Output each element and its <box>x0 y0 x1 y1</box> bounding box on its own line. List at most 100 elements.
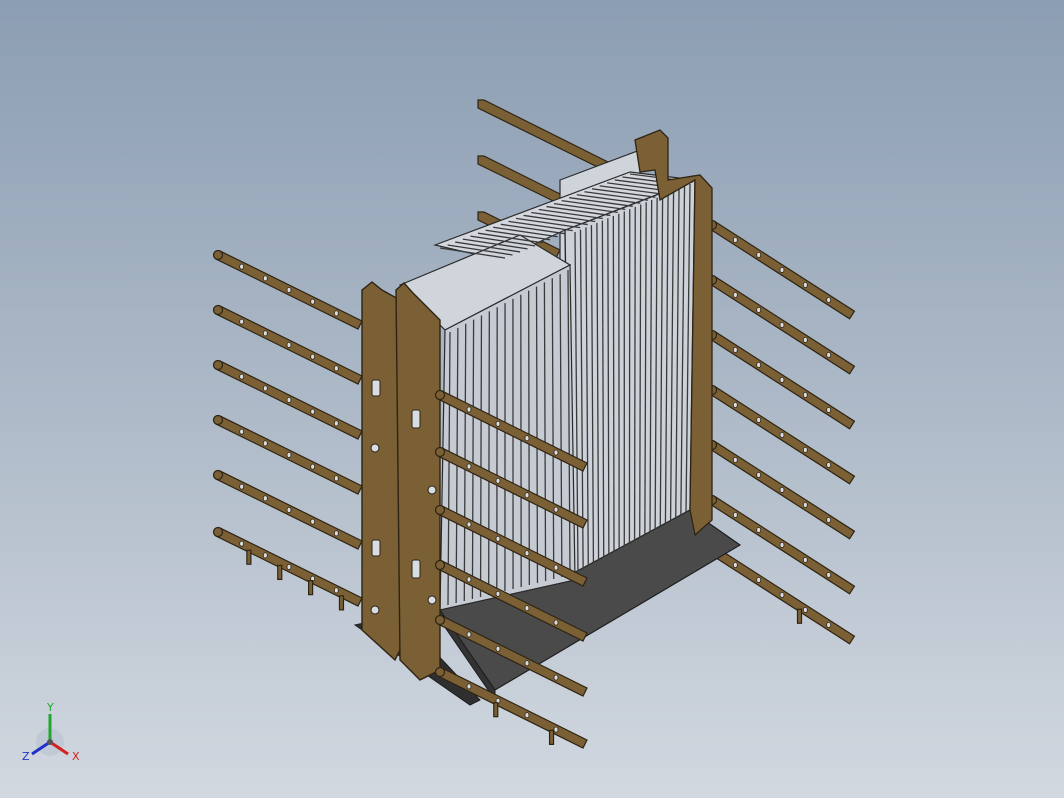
arm-hole <box>286 286 292 293</box>
arm-hole <box>826 517 832 524</box>
triad-origin <box>47 739 53 745</box>
arm-hole <box>495 590 501 597</box>
grille-bar <box>488 311 490 596</box>
arm-peg <box>796 608 803 624</box>
arm-hole <box>239 428 245 435</box>
arm-hole <box>732 401 738 408</box>
arm-hole <box>732 562 738 569</box>
grille-bar <box>612 215 615 553</box>
arm-hole <box>310 298 316 305</box>
arm-hole <box>524 660 530 667</box>
arm-hole <box>756 361 762 368</box>
arm-hole <box>524 605 530 612</box>
arm-end <box>434 446 446 458</box>
arm-end <box>212 469 224 481</box>
arm-hole <box>239 263 245 270</box>
rack-model[interactable] <box>0 0 1064 798</box>
arm-hole <box>286 341 292 348</box>
arm-peg <box>493 702 499 718</box>
arm-hole <box>756 471 762 478</box>
arm-hole <box>333 310 339 317</box>
arm-hole <box>466 463 472 470</box>
arm-hole <box>333 530 339 537</box>
arm-peg <box>277 564 283 581</box>
arm-end <box>434 389 446 401</box>
arm-hole <box>286 396 292 403</box>
arm-hole <box>826 296 832 303</box>
arm-hole <box>756 416 762 423</box>
arm-peg <box>548 729 555 745</box>
arm-end <box>212 359 224 371</box>
hole <box>427 485 437 495</box>
grille-bar <box>633 206 636 541</box>
arm-hole <box>553 449 559 456</box>
arm-hole <box>495 420 501 427</box>
arm-hole <box>466 521 472 528</box>
orientation-triad[interactable]: Y Z X <box>18 700 90 772</box>
left-arms <box>212 249 363 611</box>
arm-end <box>212 249 224 261</box>
slot <box>371 379 381 397</box>
x-axis-label: X <box>72 750 80 763</box>
arm-hole <box>756 527 762 534</box>
arm <box>706 544 856 645</box>
arm <box>706 329 856 430</box>
arm-end <box>434 614 446 626</box>
arm-hole <box>732 236 738 243</box>
arm-peg <box>246 549 252 565</box>
arm-hole <box>802 446 808 453</box>
arm-hole <box>802 391 808 398</box>
slot <box>371 539 381 557</box>
arm-hole <box>310 408 316 415</box>
left-uprights <box>361 281 441 681</box>
arm-peg <box>308 580 314 596</box>
arm <box>706 274 856 375</box>
arm-hole <box>756 306 762 313</box>
arm-hole <box>524 492 530 499</box>
arm-hole <box>553 564 559 571</box>
arm-end <box>212 414 224 426</box>
arm-end <box>434 559 446 571</box>
arm-hole <box>779 321 785 328</box>
arm-hole <box>524 435 530 442</box>
arm-end <box>434 504 446 516</box>
arm-hole <box>802 501 808 508</box>
arm-hole <box>802 336 808 343</box>
arm-hole <box>286 506 292 513</box>
arm-hole <box>262 440 268 447</box>
arm-hole <box>779 592 785 599</box>
arm-hole <box>826 622 832 629</box>
arm-hole <box>802 557 808 564</box>
arm-hole <box>333 587 339 594</box>
arm-hole <box>732 291 738 298</box>
arm-hole <box>286 451 292 458</box>
slot <box>411 409 421 429</box>
arm-hole <box>495 535 501 542</box>
arm <box>706 439 856 540</box>
arm-hole <box>802 607 808 614</box>
z-axis-label: Z <box>22 750 30 763</box>
arm-hole <box>239 318 245 325</box>
arm-hole <box>333 420 339 427</box>
arm-hole <box>779 486 785 493</box>
arm-hole <box>826 351 832 358</box>
arm-hole <box>524 550 530 557</box>
arm-hole <box>466 406 472 413</box>
arm-hole <box>779 431 785 438</box>
arm-peg <box>338 595 345 611</box>
arm-hole <box>732 456 738 463</box>
arm-hole <box>779 376 785 383</box>
arm-hole <box>756 251 762 258</box>
arm-hole <box>553 619 559 626</box>
arm-hole <box>732 346 738 353</box>
arm-hole <box>826 406 832 413</box>
cad-viewport[interactable]: Y Z X <box>0 0 1064 798</box>
y-axis-label: Y <box>46 701 54 714</box>
arm-hole <box>466 631 472 638</box>
arm-hole <box>826 461 832 468</box>
arm-hole <box>495 645 501 652</box>
arm-hole <box>333 475 339 482</box>
arm-hole <box>732 512 738 519</box>
arm-hole <box>239 540 245 547</box>
right-arms <box>706 219 856 645</box>
